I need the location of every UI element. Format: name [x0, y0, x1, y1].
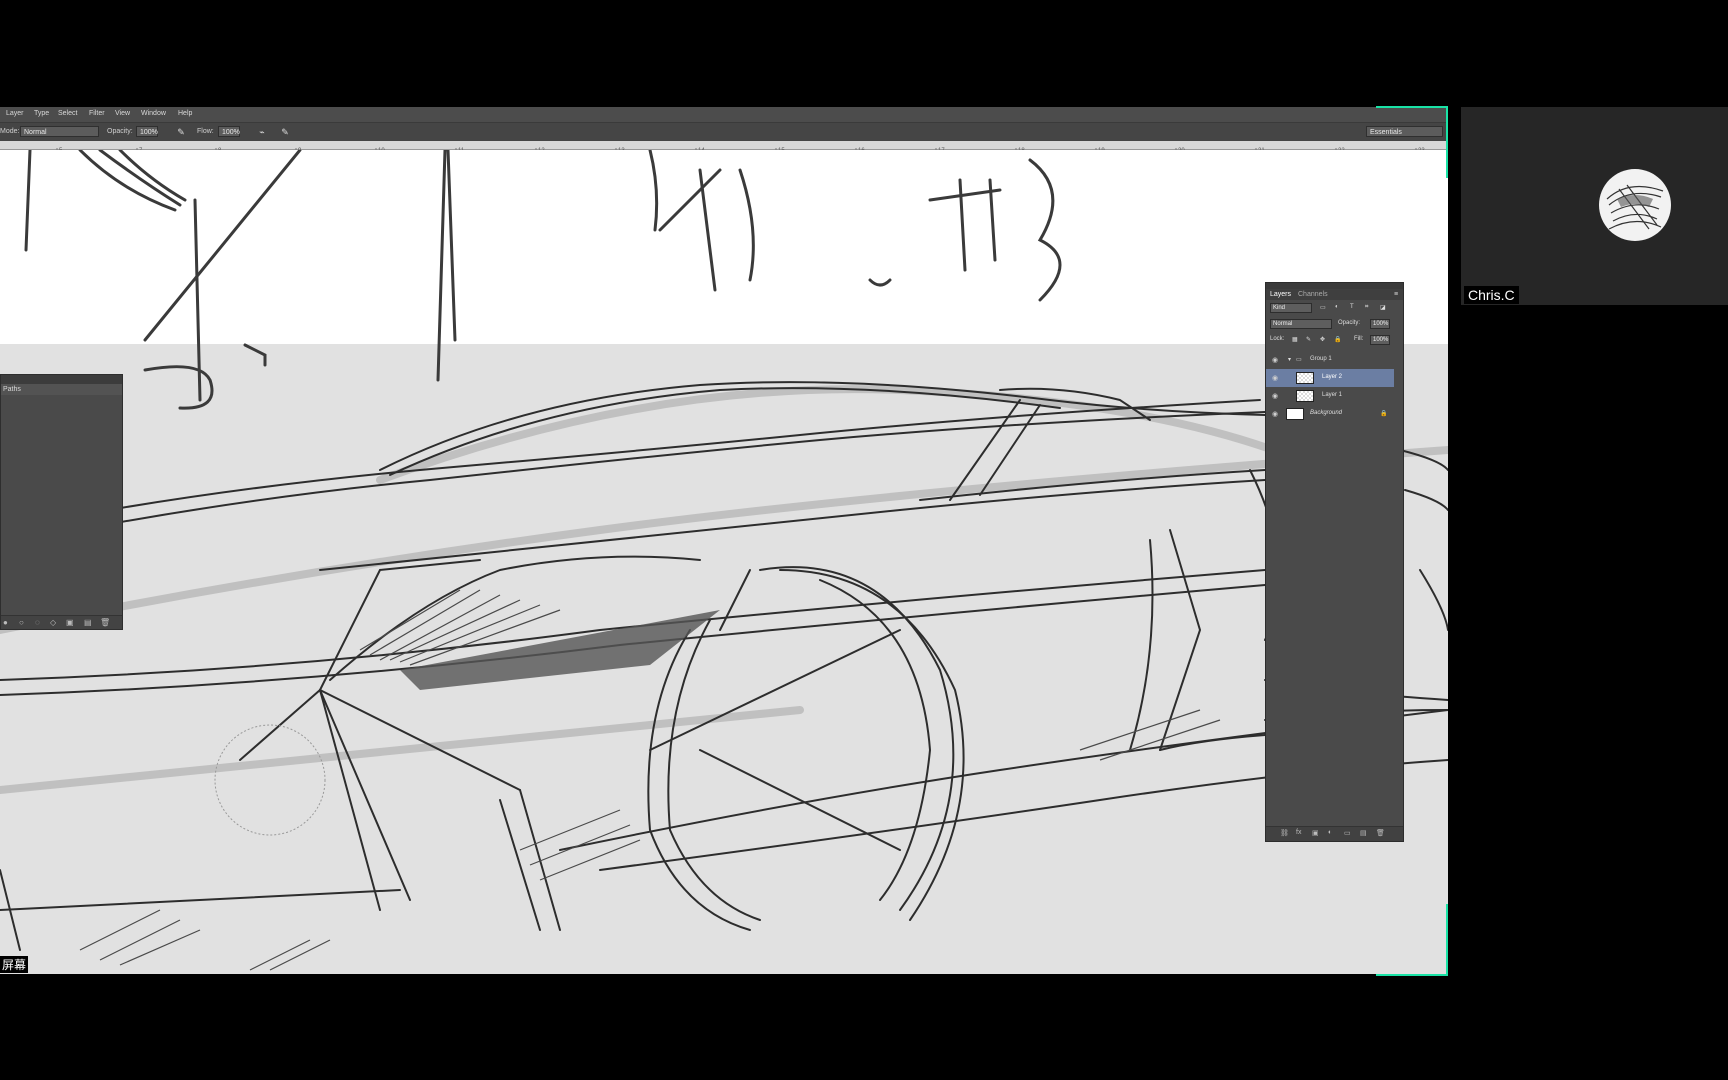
menu-bar: Layer Type Select Filter View Window Hel… [0, 107, 1448, 122]
layers-panel-footer: ⛓ fx ▣ ◐ ▭ ▤ 🗑 [1266, 826, 1403, 841]
flow-label: Flow: [197, 128, 214, 135]
speaker-highlight-top-right [1376, 106, 1448, 178]
lock-all-icon[interactable]: 🔒 [1334, 336, 1341, 343]
layer-opacity-field[interactable]: 100% [1370, 319, 1390, 329]
blend-opacity-row: Normal Opacity: 100% [1266, 316, 1403, 332]
menu-type[interactable]: Type [34, 110, 49, 117]
mode-select[interactable]: Normal [20, 126, 99, 137]
options-bar: Mode: Normal Opacity: 100% ✎ Flow: 100% … [0, 122, 1448, 142]
layer-row-background[interactable]: ◉ Background 🔒 [1266, 405, 1394, 423]
filter-type-icon[interactable]: T [1350, 304, 1354, 310]
layer-opacity-label: Opacity: [1338, 320, 1361, 326]
mask-icon[interactable]: ▣ [1312, 829, 1319, 837]
filter-adjustment-icon[interactable]: ◐ [1335, 304, 1339, 310]
horizontal-ruler: 5 7 8 9 10 11 12 13 14 15 16 17 18 19 20… [0, 141, 1448, 154]
blend-mode-select[interactable]: Normal [1270, 319, 1332, 329]
new-layer-icon[interactable]: ▤ [1360, 829, 1367, 837]
load-selection-icon[interactable]: ◌ [35, 618, 40, 627]
fill-field[interactable]: 100% [1370, 335, 1390, 345]
visibility-eye-icon[interactable]: ◉ [1272, 356, 1278, 364]
lock-icon: 🔒 [1380, 411, 1388, 417]
tab-channels[interactable]: Channels [1298, 291, 1328, 298]
filter-smart-object-icon[interactable]: ◪ [1380, 304, 1386, 311]
layers-panel-tabs: Layers Channels ≡ [1266, 289, 1403, 300]
tab-layers[interactable]: Layers [1270, 291, 1291, 298]
filter-pixel-icon[interactable]: ▭ [1320, 304, 1326, 311]
pressure-opacity-icon[interactable]: ✎ [175, 126, 187, 138]
lock-fill-row: Lock: ▦ ✎ ✥ 🔒 Fill: 100% [1266, 332, 1403, 348]
fill-label: Fill: [1354, 336, 1364, 342]
visibility-eye-icon[interactable]: ◉ [1272, 392, 1278, 400]
visibility-eye-icon[interactable]: ◉ [1272, 374, 1278, 382]
panel-menu-icon[interactable]: ≡ [1394, 291, 1398, 298]
link-icon[interactable]: ⛓ [1280, 829, 1289, 837]
layer-name: Layer 2 [1322, 374, 1343, 380]
folder-icon: ▭ [1296, 357, 1302, 363]
adjustment-icon[interactable]: ◐ [1328, 829, 1332, 836]
menu-help[interactable]: Help [178, 110, 192, 117]
paths-panel-footer: ● ○ ◌ ◇ ▣ ▤ 🗑 [1, 615, 122, 629]
subtitle-fragment: 屏幕 [0, 956, 29, 973]
airbrush-icon[interactable]: ⌁ [256, 126, 268, 138]
layer-row[interactable]: ◉ Layer 1 [1266, 387, 1394, 405]
menu-filter[interactable]: Filter [89, 110, 105, 117]
visibility-eye-icon[interactable]: ◉ [1272, 410, 1278, 418]
layer-thumbnail [1286, 408, 1304, 420]
add-mask-icon[interactable]: ▣ [66, 618, 74, 627]
mode-label: Mode: [0, 128, 20, 135]
brush-cursor [214, 724, 326, 836]
trash-icon[interactable]: 🗑 [1376, 829, 1385, 837]
layer-row-group[interactable]: ◉ ▾ ▭ Group 1 [1266, 351, 1394, 369]
speaker-highlight-bottom-right [1376, 904, 1448, 976]
lock-label: Lock: [1270, 336, 1285, 342]
opacity-field[interactable]: 100% [136, 126, 158, 137]
menu-view[interactable]: View [115, 110, 130, 117]
fill-path-icon[interactable]: ● [3, 618, 8, 627]
layer-row-selected[interactable]: ◉ Layer 2 [1266, 369, 1394, 387]
shared-screen: Layer Type Select Filter View Window Hel… [0, 107, 1448, 974]
lock-position-icon[interactable]: ✥ [1320, 336, 1325, 343]
window-shading [400, 610, 720, 690]
stroke-path-icon[interactable]: ○ [19, 618, 24, 627]
tab-paths[interactable]: Paths [1, 384, 122, 395]
layers-panel: Layers Channels ≡ Kind ▭ ◐ T ⌗ ◪ Normal … [1265, 282, 1404, 842]
new-path-icon[interactable]: ▤ [84, 618, 92, 627]
flow-field[interactable]: 100% [218, 126, 240, 137]
make-path-icon[interactable]: ◇ [50, 618, 56, 627]
layer-thumbnail [1296, 390, 1314, 402]
layer-filter-row: Kind ▭ ◐ T ⌗ ◪ [1266, 300, 1403, 316]
lock-pixels-icon[interactable]: ✎ [1306, 336, 1311, 343]
lock-transparency-icon[interactable]: ▦ [1292, 336, 1298, 343]
menu-select[interactable]: Select [58, 110, 77, 117]
pressure-size-icon[interactable]: ✎ [279, 126, 291, 138]
layer-name: Layer 1 [1322, 392, 1343, 398]
layer-name: Background [1310, 410, 1343, 416]
layer-name: Group 1 [1310, 356, 1332, 362]
menu-layer[interactable]: Layer [6, 110, 24, 117]
group-expand-icon[interactable]: ▾ [1288, 356, 1291, 363]
trash-icon[interactable]: 🗑 [100, 618, 110, 627]
participant-name: Chris.C [1464, 286, 1519, 304]
participant-video-tile[interactable]: Chris.C [1461, 107, 1728, 305]
document-canvas[interactable]: Paths ● ○ ◌ ◇ ▣ ▤ 🗑 Layers Channels ≡ Ki… [0, 150, 1448, 974]
kind-filter-select[interactable]: Kind [1270, 303, 1312, 313]
filter-shape-icon[interactable]: ⌗ [1365, 304, 1368, 311]
fx-icon[interactable]: fx [1296, 829, 1301, 836]
participant-avatar [1599, 169, 1671, 241]
paths-panel: Paths ● ○ ◌ ◇ ▣ ▤ 🗑 [0, 374, 123, 630]
avatar-sketch [1606, 184, 1664, 230]
folder-icon[interactable]: ▭ [1344, 829, 1351, 837]
layer-thumbnail [1296, 372, 1314, 384]
car-sketch-drawing [0, 150, 1448, 971]
paths-panel-header[interactable] [1, 375, 122, 384]
menu-window[interactable]: Window [141, 110, 166, 117]
opacity-label: Opacity: [107, 128, 133, 135]
